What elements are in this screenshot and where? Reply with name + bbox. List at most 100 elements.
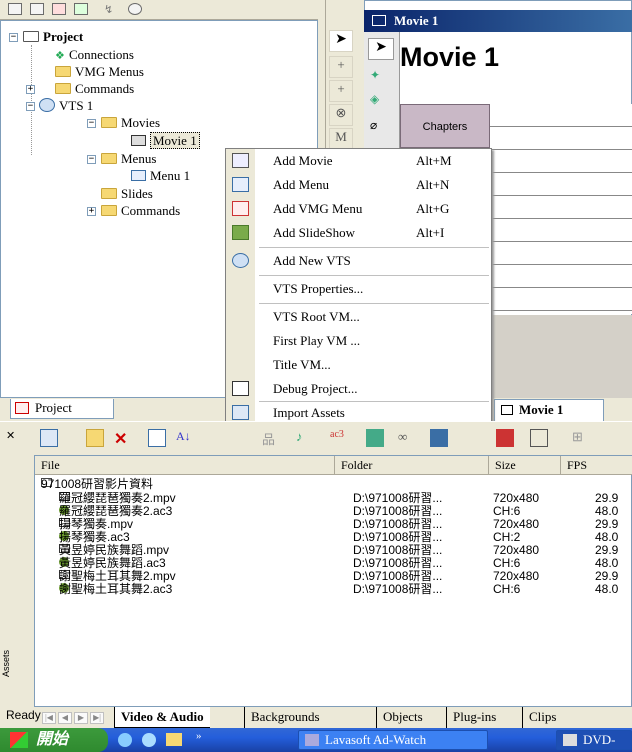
ac3-icon[interactable]: ac3 [330,429,348,447]
column-size[interactable]: Size [489,456,561,475]
tree-label: Menus [121,151,157,166]
toolbar-icon-4[interactable] [74,3,88,15]
toolbar-icon-6[interactable] [128,3,142,15]
expand-commands-icon[interactable]: + [26,85,35,94]
tree-label: Slides [121,186,153,201]
tree-menus[interactable]: Menus [101,150,156,167]
export-icon[interactable] [530,429,548,447]
tree-vmg-menus[interactable]: VMG Menus [55,63,144,80]
chart-icon[interactable] [430,429,448,447]
tree-vts-1[interactable]: VTS 1 [39,97,93,114]
assets-list[interactable]: File Folder Size FPS 971008研習影片資料 羅冠纓琵琶獨… [34,455,632,708]
tab-project[interactable]: Project [10,399,114,419]
movie-big-title: Movie 1 [400,42,500,72]
task-lavasoft[interactable]: Lavasoft Ad-Watch [298,730,488,750]
tree-connections[interactable]: ❖ Connections [55,46,134,63]
add-tool-2-icon[interactable]: + [329,80,353,102]
task-dvd[interactable]: DVD- [556,730,632,750]
tree-commands[interactable]: Commands [101,202,180,219]
column-folder[interactable]: Folder [335,456,489,475]
menu-item-vts-root-vm[interactable]: VTS Root VM... [226,305,491,329]
quicklaunch-media-icon[interactable] [142,733,156,747]
start-label: 開始 [36,731,69,748]
tree-label: Project [43,29,84,44]
select-tool-icon[interactable]: ➤ [368,38,394,60]
toolbar-icon-5[interactable]: ↯ [104,3,118,16]
tree-movie-1[interactable]: Movie 1 [131,132,200,149]
menu-label: VTS Properties... [273,281,364,296]
cell-folder: D:\971008研習... [353,582,443,596]
menu-item-first-play-vm[interactable]: First Play VM ... [226,329,491,353]
marker-tool-icon[interactable]: M [329,128,353,150]
chapter-tool-icon[interactable]: ◈ [370,92,379,107]
project-tab-icon [15,402,29,414]
link-tool-icon[interactable]: ⊗ [329,104,353,126]
quicklaunch-folder-icon[interactable] [166,733,182,746]
debug-icon [232,381,249,396]
menu-item-vts-properties[interactable]: VTS Properties... [226,277,491,301]
folder-icon [101,188,117,199]
tree-label: VMG Menus [75,64,144,79]
add-tool-icon[interactable]: + [329,56,353,78]
delete-icon[interactable]: ✕ [114,429,132,448]
expand-commands-icon[interactable]: + [87,207,96,216]
tree-movies[interactable]: Movies [83,114,160,131]
menu-item-add-new-vts[interactable]: Add New VTS [226,249,491,273]
chapter-add-icon[interactable]: ✦ [370,68,380,83]
collapse-menus-icon[interactable]: − [87,155,96,164]
collapse-vts-icon[interactable]: − [26,102,35,111]
menu-shortcut: Alt+N [416,177,450,192]
audio-note-icon[interactable]: ♪ [296,429,314,447]
add-movie-icon [232,153,249,168]
tree-label: Commands [121,203,181,218]
close-icon[interactable]: ✕ [6,429,24,447]
start-button[interactable]: 開始 [0,728,108,752]
collapse-project-icon[interactable]: − [9,33,18,42]
quicklaunch-more-icon[interactable]: » [196,730,202,742]
sort-icon[interactable]: A↓ [176,429,194,447]
menu-shortcut: Alt+G [416,201,450,216]
menu-item-title-vm[interactable]: Title VM... [226,353,491,377]
quicklaunch-ie-icon[interactable] [118,733,132,747]
tree-project[interactable]: Project [23,28,83,45]
strip-icon[interactable] [496,429,514,447]
pointer-tool-icon[interactable]: ➤ [329,30,353,52]
view-icon[interactable] [148,429,166,447]
movie-window-icon [372,15,386,26]
tree-label: Commands [75,81,135,96]
assets-toolbar: ✕ ✕ A↓ 品 ♪ ac3 ∞ ⊞ [0,421,632,453]
menu-label: Add New VTS [273,253,351,268]
menu-label: Add Movie [273,153,333,168]
table-row[interactable]: 謝聖梅土耳其舞2.ac3 D:\971008研習... CH:6 48.0 [35,583,631,596]
link-icon[interactable]: ∞ [398,429,416,447]
column-file[interactable]: File [35,456,335,475]
project-icon [23,31,39,42]
tree-menu-1[interactable]: Menu 1 [131,167,190,184]
cell-size: CH:6 [493,582,521,596]
tree-commands-root[interactable]: Commands [55,80,134,97]
open-folder-icon[interactable] [86,429,104,447]
toolbar-icon-2[interactable] [30,3,44,15]
menu-item-add-menu[interactable]: Add Menu Alt+N [226,173,491,197]
tab-movie-1[interactable]: Movie 1 [494,399,604,421]
menu-item-add-slideshow[interactable]: Add SlideShow Alt+I [226,221,491,245]
task-label: DVD- [583,732,616,747]
toolbar-icon-3[interactable] [52,3,66,15]
timeline-tracks[interactable] [490,104,632,314]
folder-row[interactable]: 971008研習影片資料 [41,478,632,491]
context-menu[interactable]: Add Movie Alt+M Add Menu Alt+N Add VMG Men… [225,148,492,426]
menu-item-debug-project[interactable]: Debug Project... [226,377,491,401]
column-fps[interactable]: FPS [561,456,632,475]
import-icon[interactable] [40,429,58,447]
menu-item-add-vmg-menu[interactable]: Add VMG Menu Alt+G [226,197,491,221]
eraser-tool-icon[interactable]: ⌀ [370,118,377,133]
vts-icon [39,98,55,112]
menu-label: VTS Root VM... [273,309,360,324]
tree-slides[interactable]: Slides [101,185,153,202]
menu-item-add-movie[interactable]: Add Movie Alt+M [226,149,491,173]
assets-side-label: Assets [1,650,11,678]
folder-icon [101,153,117,164]
track-icon[interactable] [366,429,384,447]
menu-label: Debug Project... [273,381,358,396]
toolbar-icon-1[interactable] [8,3,22,15]
